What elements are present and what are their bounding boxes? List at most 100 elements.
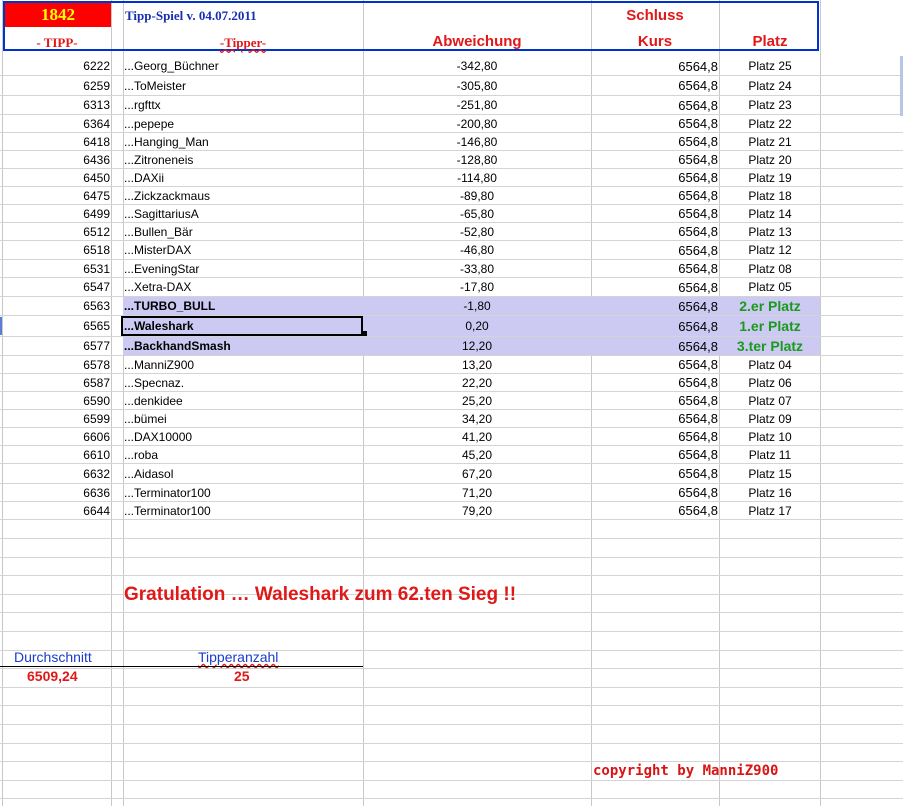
cell-platz[interactable]: Platz 22 [720, 115, 820, 132]
cell-tipper[interactable]: ...Hanging_Man [124, 133, 362, 150]
cell-platz[interactable]: 3.ter Platz [720, 337, 820, 355]
tipperanzahl-value[interactable]: 25 [234, 668, 250, 684]
congratulations-message[interactable]: Gratulation … Waleshark zum 62.ten Sieg … [124, 584, 516, 606]
table-row[interactable]: 6606 ...DAX10000 41,20 6564,8 Platz 10 [0, 428, 903, 446]
table-row[interactable]: 6364 ...pepepe -200,80 6564,8 Platz 22 [0, 115, 903, 133]
cell-abweichung[interactable]: -89,80 [364, 187, 590, 204]
cell-abweichung[interactable]: 13,20 [364, 356, 590, 373]
cell-abweichung[interactable]: -65,80 [364, 205, 590, 222]
durchschnitt-label[interactable]: Durchschnitt [14, 649, 92, 665]
cell-kurs[interactable]: 6564,8 [592, 484, 718, 501]
column-header-kurs[interactable]: Kurs [592, 33, 718, 50]
cell-platz[interactable]: Platz 25 [720, 57, 820, 75]
cell-tipper[interactable]: ...pepepe [124, 115, 362, 132]
cell-abweichung[interactable]: -33,80 [364, 260, 590, 277]
cell-tipper[interactable]: ...Specnaz. [124, 374, 362, 391]
cell-tipp[interactable]: 6531 [0, 260, 110, 277]
cell-tipp[interactable]: 6499 [0, 205, 110, 222]
cell-kurs[interactable]: 6564,8 [592, 297, 718, 315]
column-header-abweichung[interactable]: Abweichung [364, 33, 590, 50]
cell-kurs[interactable]: 6564,8 [592, 392, 718, 409]
table-row[interactable]: 6577 ...BackhandSmash 12,20 6564,8 3.ter Pla… [0, 337, 903, 356]
cell-kurs[interactable]: 6564,8 [592, 260, 718, 277]
cell-tipp[interactable]: 6418 [0, 133, 110, 150]
table-row[interactable]: 6531 ...EveningStar -33,80 6564,8 Platz 08 [0, 260, 903, 278]
cell-platz[interactable]: Platz 08 [720, 260, 820, 277]
cell-platz[interactable]: Platz 20 [720, 151, 820, 168]
cell-abweichung[interactable]: -146,80 [364, 133, 590, 150]
cell-tipper[interactable]: ...Zickzackmaus [124, 187, 362, 204]
cell-abweichung[interactable]: 67,20 [364, 464, 590, 483]
cell-tipp[interactable]: 6313 [0, 96, 110, 114]
cell-kurs[interactable]: 6564,8 [592, 115, 718, 132]
table-row[interactable]: 6599 ...bümei 34,20 6564,8 Platz 09 [0, 410, 903, 428]
cell-tipp[interactable]: 6259 [0, 76, 110, 95]
table-row[interactable]: 6499 ...SagittariusA -65,80 6564,8 Platz 14 [0, 205, 903, 223]
cell-kurs[interactable]: 6564,8 [592, 151, 718, 168]
cell-platz[interactable]: Platz 07 [720, 392, 820, 409]
cell-platz[interactable]: Platz 10 [720, 428, 820, 445]
table-row[interactable]: 6636 ...Terminator100 71,20 6564,8 Platz 16 [0, 484, 903, 502]
cell-tipp[interactable]: 6606 [0, 428, 110, 445]
table-row[interactable]: 6475 ...Zickzackmaus -89,80 6564,8 Platz 18 [0, 187, 903, 205]
cell-tipper[interactable]: ...Georg_Büchner [124, 57, 362, 75]
cell-tipper[interactable]: ...rgfttx [124, 96, 362, 114]
cell-kurs[interactable]: 6564,8 [592, 464, 718, 483]
column-header-platz[interactable]: Platz [720, 33, 820, 50]
cell-platz[interactable]: Platz 23 [720, 96, 820, 114]
cell-kurs[interactable]: 6564,8 [592, 316, 718, 336]
table-row[interactable]: 6547 ...Xetra-DAX -17,80 6564,8 Platz 05 [0, 278, 903, 297]
cell-kurs[interactable]: 6564,8 [592, 502, 718, 519]
cell-abweichung[interactable]: -17,80 [364, 278, 590, 296]
cell-platz[interactable]: Platz 06 [720, 374, 820, 391]
cell-tipper[interactable]: ...bümei [124, 410, 362, 427]
cell-tipp[interactable]: 6518 [0, 241, 110, 259]
cell-tipp[interactable]: 6565 [0, 316, 110, 336]
cell-tipp[interactable]: 6222 [0, 57, 110, 75]
table-row[interactable]: 6222 ...Georg_Büchner -342,80 6564,8 Platz 2… [0, 57, 903, 76]
column-header-tipp[interactable]: - TIPP- [5, 35, 109, 51]
cell-tipp[interactable]: 6547 [0, 278, 110, 296]
durchschnitt-value[interactable]: 6509,24 [27, 668, 78, 684]
cell-tipp[interactable]: 6587 [0, 374, 110, 391]
cell-tipp[interactable]: 6512 [0, 223, 110, 240]
cell-platz[interactable]: Platz 12 [720, 241, 820, 259]
cell-tipper[interactable]: ...EveningStar [124, 260, 362, 277]
cell-tipp[interactable]: 6450 [0, 169, 110, 186]
cell-abweichung[interactable]: 41,20 [364, 428, 590, 445]
cell-kurs[interactable]: 6564,8 [592, 337, 718, 355]
cell-tipper[interactable]: ...BackhandSmash [124, 337, 362, 355]
table-row[interactable]: 6418 ...Hanging_Man -146,80 6564,8 Platz 21 [0, 133, 903, 151]
cell-tipper[interactable]: ...ToMeister [124, 76, 362, 95]
cell-tipper[interactable]: ...Bullen_Bär [124, 223, 362, 240]
cell-platz[interactable]: Platz 17 [720, 502, 820, 519]
cell-tipp[interactable]: 6636 [0, 484, 110, 501]
cell-platz[interactable]: Platz 04 [720, 356, 820, 373]
cell-tipper[interactable]: ...Xetra-DAX [124, 278, 362, 296]
table-row[interactable]: 6436 ...Zitroneneis -128,80 6564,8 Platz 20 [0, 151, 903, 169]
cell-platz[interactable]: Platz 14 [720, 205, 820, 222]
table-row[interactable]: 6512 ...Bullen_Bär -52,80 6564,8 Platz 13 [0, 223, 903, 241]
table-row[interactable]: 6565 ...Waleshark 0,20 6564,8 1.er Platz [0, 316, 903, 337]
cell-platz[interactable]: Platz 15 [720, 464, 820, 483]
cell-kurs[interactable]: 6564,8 [592, 187, 718, 204]
cell-tipp[interactable]: 6610 [0, 446, 110, 463]
cell-platz[interactable]: Platz 16 [720, 484, 820, 501]
table-row[interactable]: 6632 ...Aidasol 67,20 6564,8 Platz 15 [0, 464, 903, 484]
cell-tipp[interactable]: 6599 [0, 410, 110, 427]
schluss-label[interactable]: Schluss [592, 7, 718, 24]
cell-tipp[interactable]: 6563 [0, 297, 110, 315]
cell-tipper[interactable]: ...DAXii [124, 169, 362, 186]
cell-platz[interactable]: Platz 05 [720, 278, 820, 296]
tipperanzahl-label[interactable]: Tipperanzahl [198, 649, 278, 665]
cell-platz[interactable]: Platz 21 [720, 133, 820, 150]
table-row[interactable]: 6610 ...roba 45,20 6564,8 Platz 11 [0, 446, 903, 464]
table-row[interactable]: 6587 ...Specnaz. 22,20 6564,8 Platz 06 [0, 374, 903, 392]
cell-tipper[interactable]: ...Terminator100 [124, 484, 362, 501]
cell-abweichung[interactable]: -128,80 [364, 151, 590, 168]
cell-tipper[interactable]: ...Terminator100 [124, 502, 362, 519]
cell-abweichung[interactable]: -200,80 [364, 115, 590, 132]
cell-abweichung[interactable]: 0,20 [364, 316, 590, 336]
cell-platz[interactable]: 1.er Platz [720, 316, 820, 336]
cell-tipp[interactable]: 6577 [0, 337, 110, 355]
